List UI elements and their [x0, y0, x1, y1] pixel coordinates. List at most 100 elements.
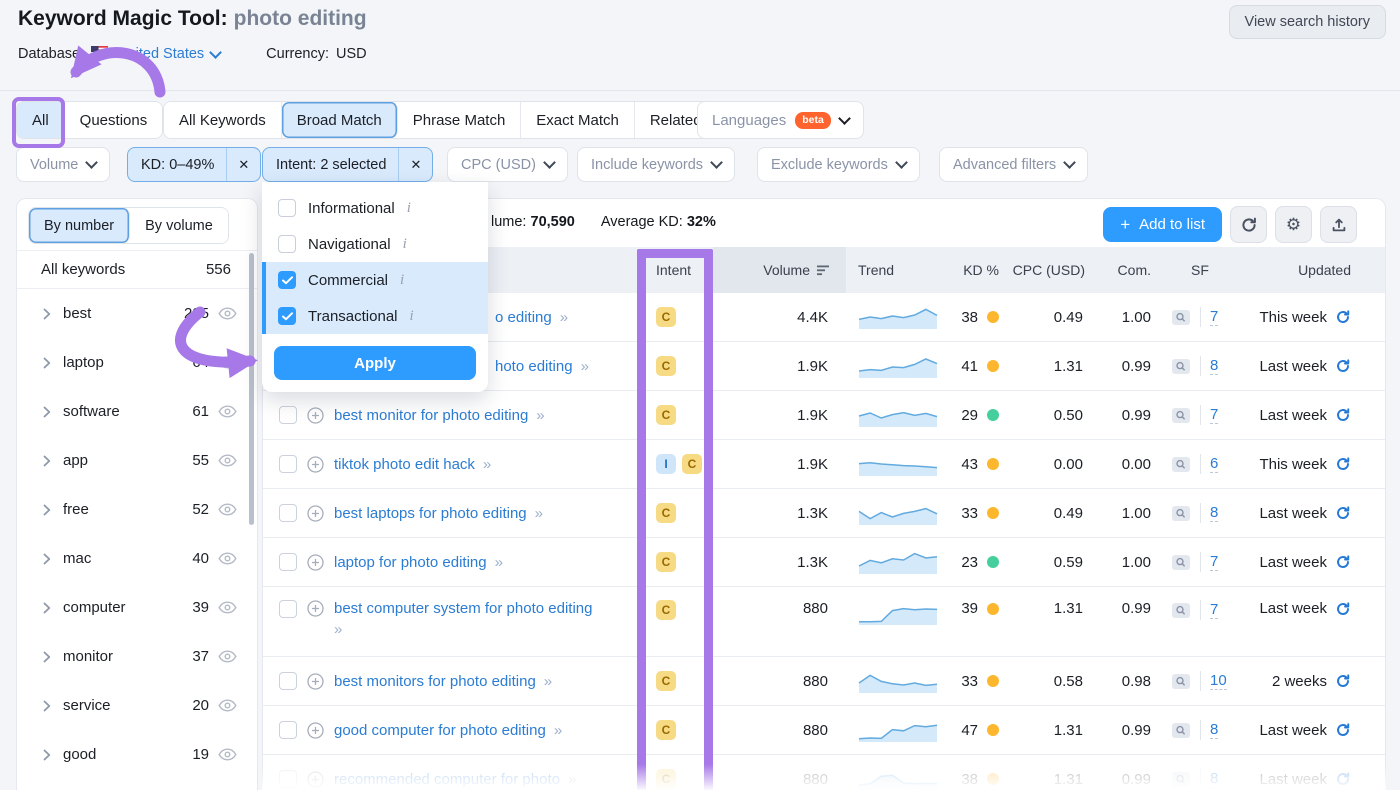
row-checkbox[interactable] [279, 504, 297, 522]
eye-icon[interactable] [218, 699, 237, 712]
sidebar-scrollbar[interactable] [249, 253, 254, 525]
row-refresh-icon[interactable] [1335, 456, 1351, 472]
sidebar-keyword-group[interactable]: computer 39 [17, 583, 257, 632]
open-keyword-arrows-icon[interactable]: » [581, 358, 589, 375]
all-keywords-row[interactable]: All keywords 556 [17, 250, 257, 289]
eye-icon[interactable] [218, 601, 237, 614]
add-keyword-icon[interactable] [307, 673, 324, 690]
expand-chevron-icon[interactable] [43, 504, 51, 516]
row-refresh-icon[interactable] [1335, 673, 1351, 689]
row-refresh-icon[interactable] [1335, 771, 1351, 787]
open-keyword-arrows-icon[interactable]: » [554, 722, 562, 739]
sidebar-keyword-group[interactable]: laptop 64 [17, 338, 257, 387]
expand-chevron-icon[interactable] [43, 308, 51, 320]
keyword-link[interactable]: best monitors for photo editing [334, 673, 536, 690]
sidebar-keyword-group[interactable]: free 52 [17, 485, 257, 534]
sidebar-keyword-group[interactable]: software 61 [17, 387, 257, 436]
settings-button[interactable]: ⚙ [1275, 206, 1312, 243]
sf-count[interactable]: 8 [1210, 504, 1218, 522]
intent-option-navigational[interactable]: Navigational i [262, 226, 488, 262]
open-keyword-arrows-icon[interactable]: » [536, 407, 544, 424]
row-refresh-icon[interactable] [1335, 554, 1351, 570]
eye-icon[interactable] [218, 307, 237, 320]
sidebar-keyword-group[interactable]: app 55 [17, 436, 257, 485]
serp-preview-icon[interactable] [1171, 407, 1191, 424]
serp-preview-icon[interactable] [1171, 722, 1191, 739]
keyword-link[interactable]: best laptops for photo editing [334, 505, 527, 522]
eye-icon[interactable] [218, 503, 237, 516]
open-keyword-arrows-icon[interactable]: » [483, 456, 491, 473]
clear-kd-filter-icon[interactable]: ✕ [226, 148, 260, 181]
intent-option-informational[interactable]: Informational i [262, 190, 488, 226]
tab-broad-match[interactable]: Broad Match [282, 102, 398, 138]
languages-dropdown[interactable]: Languages beta [697, 101, 864, 139]
column-volume[interactable]: Volume [713, 247, 846, 293]
clear-intent-filter-icon[interactable]: ✕ [398, 148, 432, 181]
serp-preview-icon[interactable] [1171, 456, 1191, 473]
sf-count[interactable]: 8 [1210, 721, 1218, 739]
open-keyword-arrows-icon[interactable]: » [560, 309, 568, 326]
serp-preview-icon[interactable] [1171, 771, 1191, 788]
intent-option-commercial[interactable]: Commercial i [266, 262, 488, 298]
sf-count[interactable]: 6 [1210, 455, 1218, 473]
expand-chevron-icon[interactable] [43, 700, 51, 712]
sf-count[interactable]: 7 [1210, 406, 1218, 424]
advanced-filters[interactable]: Advanced filters [939, 147, 1088, 182]
sf-count[interactable]: 10 [1210, 672, 1227, 690]
add-keyword-icon[interactable] [307, 771, 324, 788]
eye-icon[interactable] [218, 650, 237, 663]
add-keyword-icon[interactable] [307, 600, 324, 617]
add-keyword-icon[interactable] [307, 505, 324, 522]
refresh-button[interactable] [1230, 206, 1267, 243]
add-keyword-icon[interactable] [307, 722, 324, 739]
checkbox-checked[interactable] [278, 271, 296, 289]
row-checkbox[interactable] [279, 721, 297, 739]
expand-chevron-icon[interactable] [43, 602, 51, 614]
keyword-link[interactable]: recommended computer for photo [334, 771, 560, 788]
row-checkbox[interactable] [279, 770, 297, 788]
open-keyword-arrows-icon[interactable]: » [544, 673, 552, 690]
apply-button[interactable]: Apply [274, 346, 476, 380]
expand-chevron-icon[interactable] [43, 357, 51, 369]
keyword-link[interactable]: laptop for photo editing [334, 554, 487, 571]
row-refresh-icon[interactable] [1335, 722, 1351, 738]
intent-filter[interactable]: Intent: 2 selected ✕ [262, 147, 433, 182]
tab-phrase-match[interactable]: Phrase Match [398, 102, 522, 138]
sidebar-keyword-group[interactable]: good 19 [17, 730, 257, 779]
add-keyword-icon[interactable] [307, 407, 324, 424]
exclude-keywords-filter[interactable]: Exclude keywords [757, 147, 920, 182]
sidebar-keyword-group[interactable]: monitor 37 [17, 632, 257, 681]
sidebar-keyword-group[interactable]: best 225 [17, 289, 257, 338]
row-refresh-icon[interactable] [1335, 505, 1351, 521]
sf-count[interactable]: 8 [1210, 770, 1218, 788]
open-keyword-arrows-icon[interactable]: » [495, 554, 503, 571]
checkbox-checked[interactable] [278, 307, 296, 325]
volume-filter[interactable]: Volume [16, 147, 110, 182]
row-checkbox[interactable] [279, 455, 297, 473]
expand-chevron-icon[interactable] [43, 749, 51, 761]
expand-chevron-icon[interactable] [43, 455, 51, 467]
intent-option-transactional[interactable]: Transactional i [266, 298, 488, 334]
row-checkbox[interactable] [279, 553, 297, 571]
keyword-link[interactable]: o editing [495, 309, 552, 326]
row-checkbox[interactable] [279, 600, 297, 618]
database-selector[interactable]: United States [91, 46, 220, 62]
sort-by-number-tab[interactable]: By number [29, 208, 130, 243]
open-keyword-arrows-icon[interactable]: » [568, 771, 576, 788]
row-checkbox[interactable] [279, 406, 297, 424]
serp-preview-icon[interactable] [1171, 505, 1191, 522]
sidebar-keyword-group[interactable]: mac 40 [17, 534, 257, 583]
include-keywords-filter[interactable]: Include keywords [577, 147, 735, 182]
open-keyword-arrows-icon[interactable]: » [535, 505, 543, 522]
add-keyword-icon[interactable] [307, 456, 324, 473]
eye-icon[interactable] [218, 405, 237, 418]
keyword-link[interactable]: best monitor for photo editing [334, 407, 528, 424]
expand-chevron-icon[interactable] [43, 651, 51, 663]
add-keyword-icon[interactable] [307, 554, 324, 571]
sidebar-keyword-group[interactable]: service 20 [17, 681, 257, 730]
open-keyword-arrows-icon[interactable]: » [334, 621, 592, 638]
expand-chevron-icon[interactable] [43, 553, 51, 565]
sf-count[interactable]: 7 [1210, 308, 1218, 326]
serp-preview-icon[interactable] [1171, 673, 1191, 690]
serp-preview-icon[interactable] [1171, 602, 1191, 619]
